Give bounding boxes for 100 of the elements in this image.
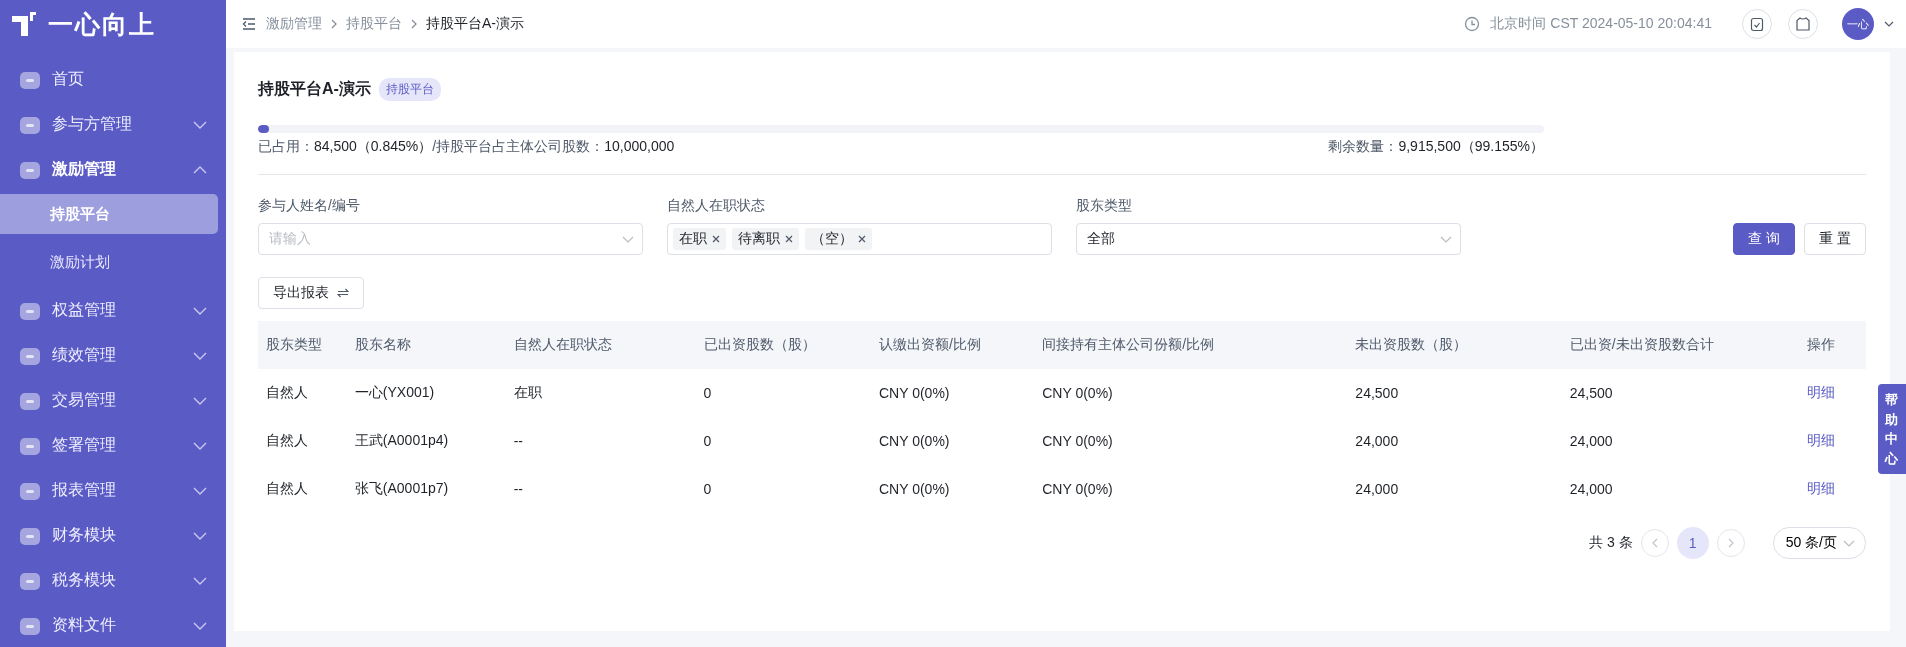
chevron-down-icon (192, 395, 208, 406)
column-header: 操作 (1799, 321, 1866, 369)
shirt-button[interactable] (1788, 9, 1818, 39)
reset-button[interactable]: 重 置 (1804, 223, 1866, 255)
menu-item[interactable]: 税务模块 (0, 558, 226, 603)
table-cell: 24,000 (1569, 433, 1613, 449)
table-cell: 24,000 (1355, 433, 1399, 449)
menu-item[interactable]: 财务模块 (0, 513, 226, 558)
column-header: 股东类型 (258, 321, 347, 369)
menu-item[interactable]: 交易管理 (0, 378, 226, 423)
selected-tag[interactable]: （空） (805, 228, 872, 250)
table-cell: CNY 0(0%) (1042, 385, 1113, 401)
close-icon (858, 235, 866, 243)
detail-link[interactable]: 明细 (1807, 384, 1836, 400)
status-tag: 持股平台 (378, 78, 441, 101)
menu-item[interactable]: 权益管理 (0, 288, 226, 333)
detail-link[interactable]: 明细 (1807, 432, 1836, 448)
clipboard-check-icon (1750, 16, 1764, 32)
multi-select-field[interactable]: 在职 待离职 （空） (667, 223, 1052, 255)
chevron-down-icon (1440, 235, 1452, 243)
breadcrumb-link[interactable]: 持股平台 (346, 15, 402, 33)
chevron-right-icon (410, 19, 418, 29)
menu-item[interactable]: 首页 (0, 57, 226, 102)
breadcrumb-link[interactable]: 激励管理 (266, 15, 322, 33)
close-icon (712, 235, 720, 243)
table-cell: 一心(YX001) (354, 384, 435, 400)
page-title: 持股平台A-演示 (258, 79, 371, 99)
remaining-summary: 剩余数量：9,915,500（99.155%） (1328, 138, 1544, 156)
swap-icon (337, 288, 349, 298)
help-center-tab[interactable]: 帮助中心 (1878, 384, 1906, 474)
menu-item[interactable]: 签署管理 (0, 423, 226, 468)
user-avatar[interactable]: 一心 (1842, 8, 1874, 40)
page-button[interactable]: 1 (1676, 527, 1709, 559)
query-button[interactable]: 查 询 (1733, 223, 1796, 255)
column-header: 已出资/未出资股数合计 (1561, 321, 1800, 369)
menu-item[interactable]: 资料文件 (0, 603, 226, 647)
column-header: 已出资股数（股） (695, 321, 871, 369)
close-icon (785, 235, 793, 243)
table-cell: 24,000 (1569, 481, 1613, 497)
table-cell: 张飞(A0001p7) (354, 480, 449, 496)
table-cell: 王武(A0001p4) (354, 432, 449, 448)
column-header: 间接持有主体公司份额/比例 (1034, 321, 1348, 369)
total-count: 共 3 条 (1589, 534, 1633, 552)
chevron-down-icon (192, 620, 208, 631)
table-cell: 自然人 (266, 480, 308, 496)
select-field[interactable]: 全部 (1076, 223, 1461, 255)
chevron-down-icon (192, 575, 208, 586)
table-cell: 0 (703, 481, 712, 497)
table-cell: 0 (703, 385, 712, 401)
clock-icon (1464, 16, 1481, 32)
table-cell: 自然人 (266, 432, 308, 448)
column-header: 认缴出资额/比例 (870, 321, 1035, 369)
table-cell: 24,500 (1569, 385, 1613, 401)
collapse-menu-icon[interactable] (242, 18, 256, 30)
column-header: 股东名称 (346, 321, 506, 369)
filter-label: 自然人在职状态 (667, 197, 766, 215)
export-button[interactable]: 导出报表 (258, 277, 364, 309)
chevron-up-icon (192, 164, 208, 175)
table-cell: 自然人 (266, 384, 308, 400)
submenu-item[interactable]: 激励计划 (0, 242, 218, 282)
table-cell: CNY 0(0%) (878, 385, 950, 401)
table-cell: CNY 0(0%) (878, 433, 950, 449)
selected-tag[interactable]: 在职 (673, 228, 726, 250)
chevron-down-icon (192, 350, 208, 361)
menu-item[interactable]: 报表管理 (0, 468, 226, 513)
table-cell: CNY 0(0%) (1042, 433, 1113, 449)
selected-tag[interactable]: 待离职 (732, 228, 799, 250)
table-cell: -- (513, 433, 523, 449)
chevron-down-icon (192, 305, 208, 316)
table-cell: -- (513, 481, 523, 497)
menu-item[interactable]: 激励管理 (0, 147, 226, 192)
used-summary: 已占用：84,500（0.845%）/持股平台占主体公司股数：10,000,000 (258, 138, 675, 156)
detail-link[interactable]: 明细 (1807, 480, 1836, 496)
chevron-down-icon (192, 440, 208, 451)
chevron-down-icon (622, 235, 634, 243)
page-size-select[interactable]: 50 条/页 (1772, 527, 1866, 559)
chevron-right-icon (330, 19, 338, 29)
table-cell: CNY 0(0%) (878, 481, 950, 497)
chevron-right-icon (1727, 538, 1734, 548)
shirt-icon (1796, 16, 1810, 32)
filter-label: 参与人姓名/编号 (258, 197, 361, 215)
chevron-left-icon (1651, 538, 1658, 548)
chevron-down-icon (192, 485, 208, 496)
caret-icon (1884, 21, 1894, 27)
menu-item[interactable]: 参与方管理 (0, 102, 226, 147)
table-cell: 在职 (513, 384, 542, 400)
filter-label: 股东类型 (1076, 197, 1133, 215)
brand-name: 一心向上 (48, 8, 156, 40)
clipboard-button[interactable] (1742, 9, 1772, 39)
chevron-down-icon (1843, 539, 1855, 547)
column-header: 未出资股数（股） (1347, 321, 1562, 369)
chevron-down-icon (192, 530, 208, 541)
column-header: 自然人在职状态 (505, 321, 696, 369)
table-cell: 24,500 (1355, 385, 1399, 401)
menu-item[interactable]: 绩效管理 (0, 333, 226, 378)
chevron-down-icon (192, 119, 208, 130)
table-cell: 24,000 (1355, 481, 1399, 497)
table-cell: 0 (703, 433, 712, 449)
table-cell: CNY 0(0%) (1042, 481, 1113, 497)
current-time: 北京时间 CST 2024-05-10 20:04:41 (1490, 15, 1712, 33)
